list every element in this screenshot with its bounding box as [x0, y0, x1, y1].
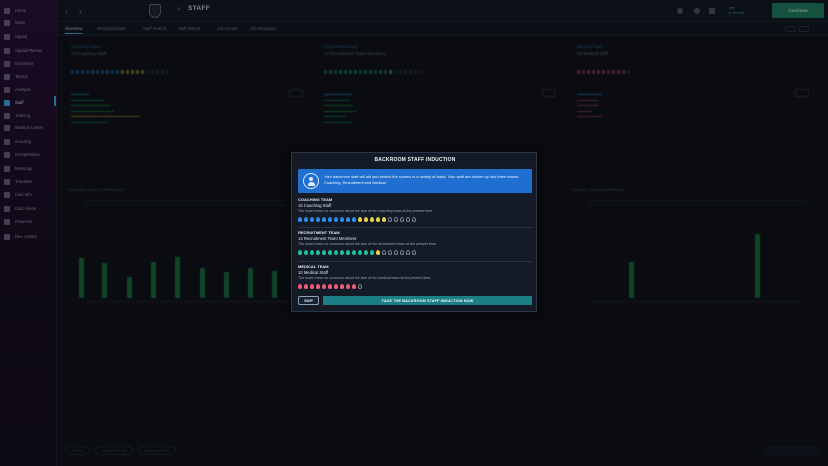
staff-empty-drop	[400, 217, 404, 222]
staff-empty-drop	[388, 217, 392, 222]
staff-filled-drop	[352, 250, 356, 255]
staff-filled-drop	[370, 250, 374, 255]
staff-empty-drop	[406, 217, 410, 222]
staff-filled-drop	[382, 217, 386, 222]
staff-filled-drop	[352, 284, 356, 289]
staff-filled-drop	[310, 250, 314, 255]
recruitment-staff-drops	[298, 249, 532, 255]
staff-empty-drop	[394, 217, 398, 222]
staff-empty-drop	[382, 250, 386, 255]
staff-filled-drop	[358, 250, 362, 255]
staff-filled-drop	[298, 250, 302, 255]
staff-filled-drop	[346, 250, 350, 255]
staff-filled-drop	[304, 217, 308, 222]
staff-empty-drop	[400, 250, 404, 255]
section-count: 15 Coaching Staff	[298, 203, 332, 208]
staff-filled-drop	[304, 284, 308, 289]
staff-empty-drop	[394, 250, 398, 255]
info-banner: Your backroom staff will aid you behind …	[298, 169, 532, 193]
staff-filled-drop	[376, 250, 380, 255]
staff-filled-drop	[364, 250, 368, 255]
staff-filled-drop	[304, 250, 308, 255]
coaching-team-section: COACHING TEAM 15 Coaching Staff The boar…	[298, 197, 532, 222]
staff-filled-drop	[316, 250, 320, 255]
staff-filled-drop	[322, 250, 326, 255]
staff-filled-drop	[310, 217, 314, 222]
staff-empty-drop	[412, 217, 416, 222]
staff-filled-drop	[370, 217, 374, 222]
medical-staff-drops	[298, 283, 532, 289]
staff-person-icon	[303, 173, 319, 189]
staff-filled-drop	[328, 250, 332, 255]
section-heading: MEDICAL TEAM	[298, 264, 329, 269]
staff-filled-drop	[346, 284, 350, 289]
staff-filled-drop	[334, 284, 338, 289]
info-text: Your backroom staff will aid you behind …	[324, 174, 520, 185]
staff-filled-drop	[334, 217, 338, 222]
divider	[298, 227, 532, 228]
staff-filled-drop	[298, 284, 302, 289]
staff-filled-drop	[298, 217, 302, 222]
staff-filled-drop	[310, 284, 314, 289]
section-description: The board have no concerns about the siz…	[298, 209, 434, 213]
staff-filled-drop	[346, 217, 350, 222]
staff-filled-drop	[322, 217, 326, 222]
medical-team-section: MEDICAL TEAM 10 Medical Staff The board …	[298, 264, 532, 289]
section-description: The board have no concerns about the siz…	[298, 276, 432, 280]
dialog-title: BACKROOM STAFF INDUCTION	[374, 157, 456, 163]
staff-filled-drop	[340, 284, 344, 289]
staff-filled-drop	[328, 217, 332, 222]
staff-filled-drop	[358, 217, 362, 222]
backroom-staff-induction-dialog: BACKROOM STAFF INDUCTION Your backroom s…	[291, 152, 537, 312]
staff-filled-drop	[352, 217, 356, 222]
coaching-staff-drops	[298, 216, 532, 222]
section-heading: RECRUITMENT TEAM	[298, 230, 340, 235]
staff-empty-drop	[412, 250, 416, 255]
section-description: The board have no concerns about the siz…	[298, 242, 437, 246]
divider	[298, 261, 532, 262]
staff-filled-drop	[328, 284, 332, 289]
staff-filled-drop	[364, 217, 368, 222]
take-induction-button[interactable]: TAKE THE BACKROOM STAFF INDUCTION NOW	[323, 296, 532, 305]
app-root: Home Inbox Squad Squad Planner Dynamics Tacti…	[0, 0, 828, 466]
staff-filled-drop	[334, 250, 338, 255]
staff-empty-drop	[388, 250, 392, 255]
recruitment-team-section: RECRUITMENT TEAM 14 Recruitment Team Mem…	[298, 230, 532, 255]
section-count: 14 Recruitment Team Members	[298, 236, 357, 241]
staff-filled-drop	[316, 217, 320, 222]
section-count: 10 Medical Staff	[298, 270, 328, 275]
staff-filled-drop	[322, 284, 326, 289]
staff-empty-drop	[358, 284, 362, 289]
staff-filled-drop	[340, 250, 344, 255]
staff-empty-drop	[406, 250, 410, 255]
staff-filled-drop	[340, 217, 344, 222]
skip-button[interactable]: SKIP	[298, 296, 319, 305]
staff-filled-drop	[316, 284, 320, 289]
staff-filled-drop	[376, 217, 380, 222]
section-heading: COACHING TEAM	[298, 197, 333, 202]
